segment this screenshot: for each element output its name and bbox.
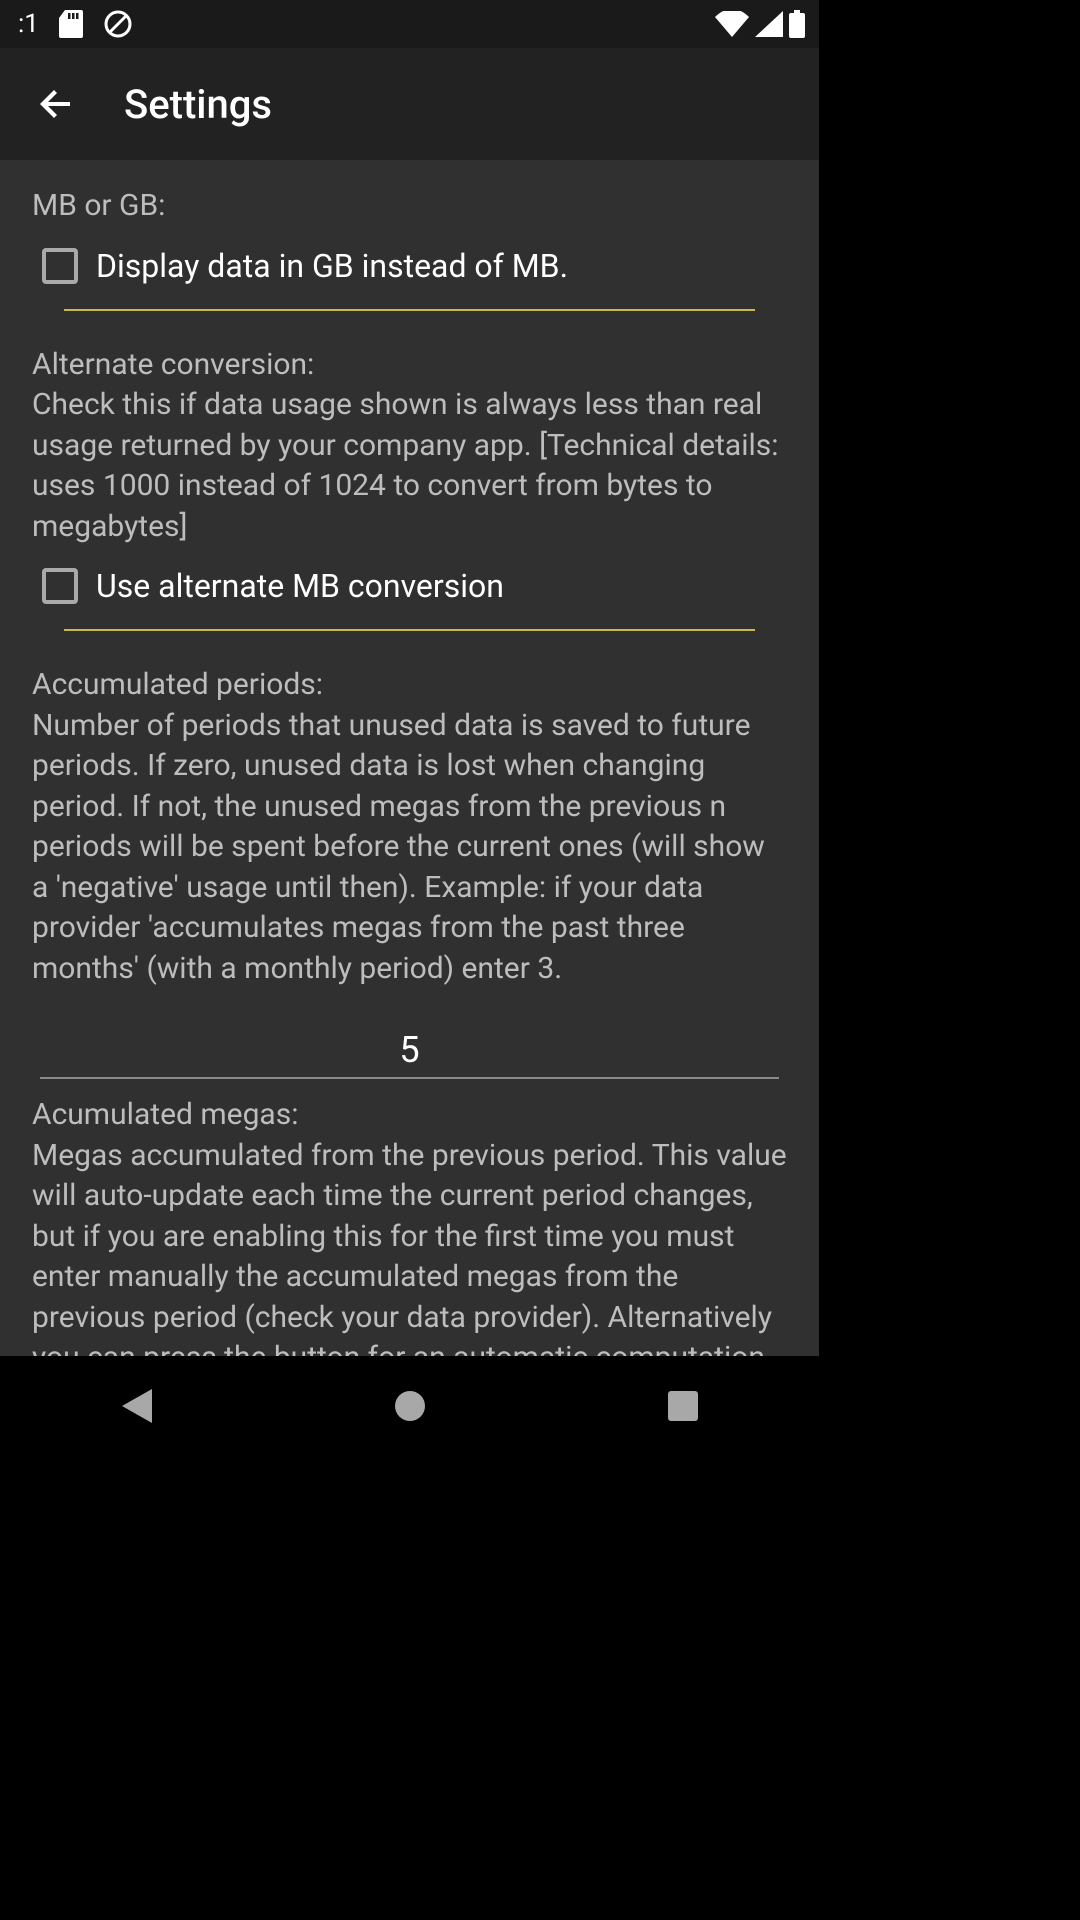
- page-title: Settings: [124, 81, 272, 128]
- arrow-back-icon: [36, 84, 76, 124]
- nav-back-icon: [122, 1389, 152, 1423]
- app-bar: Settings: [0, 48, 819, 160]
- display-gb-checkbox-label: Display data in GB instead of MB.: [96, 247, 568, 285]
- display-gb-checkbox[interactable]: [42, 248, 78, 284]
- acc-megas-title: Acumulated megas:: [32, 1095, 787, 1136]
- divider: [64, 309, 755, 311]
- nav-back-button[interactable]: [77, 1376, 197, 1436]
- back-button[interactable]: [16, 64, 96, 144]
- mb-gb-label: MB or GB:: [32, 186, 787, 227]
- status-left: :1: [18, 9, 133, 39]
- alt-conv-checkbox-label: Use alternate MB conversion: [96, 567, 504, 605]
- acc-periods-desc: Number of periods that unused data is sa…: [32, 706, 787, 990]
- acc-periods-title: Accumulated periods:: [32, 665, 787, 706]
- alt-conv-desc: Check this if data usage shown is always…: [32, 385, 787, 547]
- nav-recent-icon: [668, 1391, 698, 1421]
- acc-megas-desc: Megas accumulated from the previous peri…: [32, 1136, 787, 1357]
- cell-signal-icon: [755, 11, 783, 37]
- do-not-disturb-icon: [103, 9, 133, 39]
- sd-card-icon: [59, 10, 83, 38]
- alt-conv-title: Alternate conversion:: [32, 345, 787, 386]
- alt-conv-checkbox[interactable]: [42, 568, 78, 604]
- accumulated-periods-input[interactable]: [40, 1017, 779, 1079]
- nav-home-icon: [393, 1389, 427, 1423]
- battery-icon: [789, 10, 805, 38]
- content-area[interactable]: MB or GB: Display data in GB instead of …: [0, 160, 819, 1356]
- wifi-icon: [715, 11, 749, 37]
- nav-recent-button[interactable]: [623, 1376, 743, 1436]
- navigation-bar: [0, 1356, 819, 1456]
- status-time-fragment: :1: [18, 9, 39, 39]
- nav-home-button[interactable]: [350, 1376, 470, 1436]
- divider: [64, 629, 755, 631]
- status-right: [715, 10, 805, 38]
- status-bar: :1: [0, 0, 819, 48]
- screen: :1: [0, 0, 819, 1456]
- alt-conv-row[interactable]: Use alternate MB conversion: [32, 567, 787, 605]
- display-gb-row[interactable]: Display data in GB instead of MB.: [32, 247, 787, 285]
